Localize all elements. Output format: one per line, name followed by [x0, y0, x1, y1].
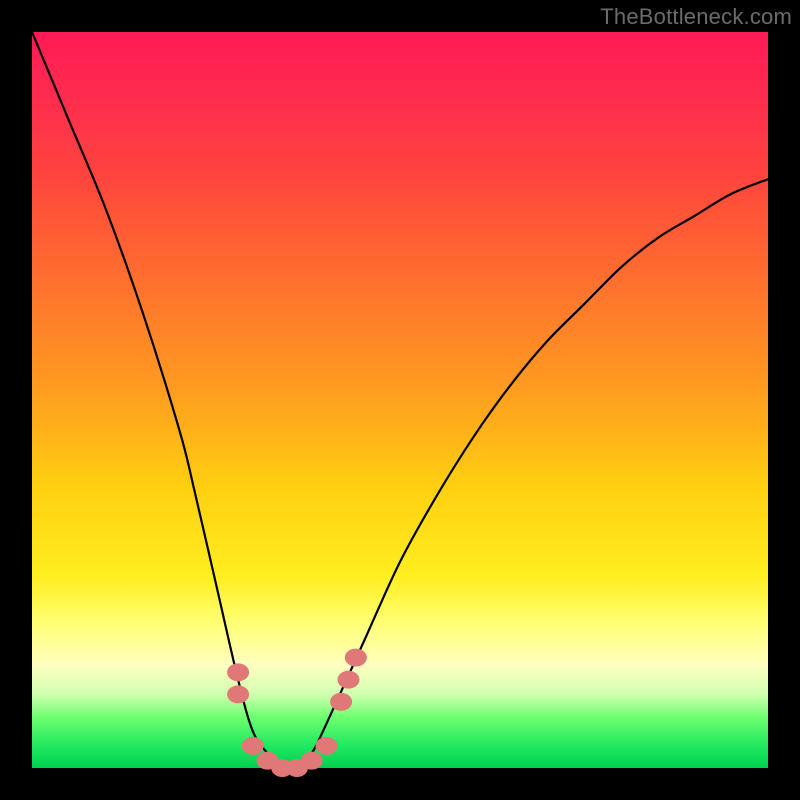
marker-right-cluster-top: [345, 649, 367, 667]
marker-bottom-right-1: [301, 752, 323, 770]
marker-left-cluster-top: [227, 663, 249, 681]
plot-area: [32, 32, 768, 768]
watermark-text: TheBottleneck.com: [600, 4, 792, 30]
marker-left-cluster-mid: [227, 685, 249, 703]
marker-right-cluster-low: [330, 693, 352, 711]
chart-frame: TheBottleneck.com: [0, 0, 800, 800]
bottleneck-curve: [32, 32, 768, 770]
curve-layer: [32, 32, 768, 768]
marker-bottom-left-1: [242, 737, 264, 755]
marker-right-cluster-mid: [337, 671, 359, 689]
marker-bottom-right-2: [315, 737, 337, 755]
marker-layer: [227, 649, 367, 777]
